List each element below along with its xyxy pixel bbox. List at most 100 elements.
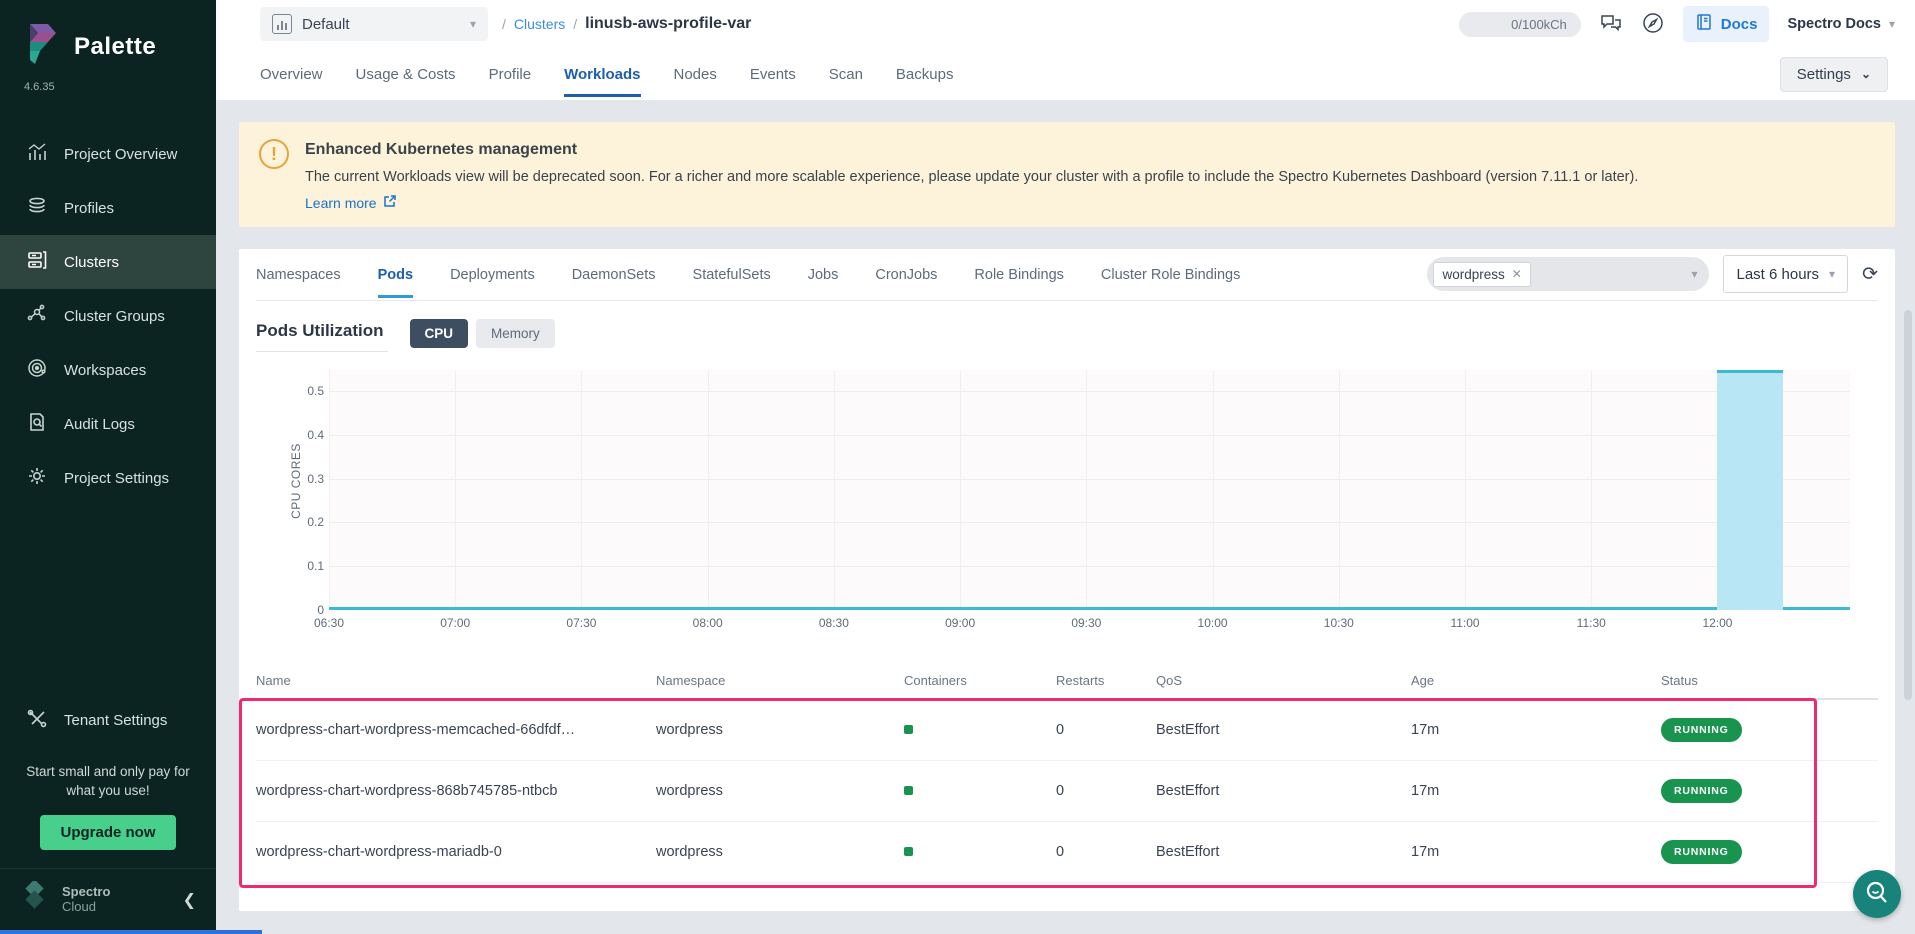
settings-button[interactable]: Settings ⌄ <box>1780 57 1888 92</box>
chart-x-tick-label: 10:30 <box>1324 616 1354 630</box>
sidebar-collapse-icon[interactable]: ❮ <box>183 890 196 910</box>
chart-gridline-v <box>455 370 456 610</box>
sidebar-item-label: Project Settings <box>64 470 169 487</box>
sidebar-item-project-overview[interactable]: Project Overview <box>0 127 216 181</box>
col-restarts: Restarts <box>1056 673 1156 688</box>
time-range-select[interactable]: Last 6 hours ▾ <box>1723 255 1848 293</box>
chart-gridline-h <box>329 566 1850 567</box>
refresh-button[interactable]: ⟳ <box>1862 263 1878 286</box>
sidebar-item-tenant-settings[interactable]: Tenant Settings <box>0 694 216 748</box>
banner-title: Enhanced Kubernetes management <box>305 137 1638 159</box>
sidebar-nav: Project Overview Profiles C <box>0 127 216 505</box>
vertical-scrollbar-thumb[interactable] <box>1904 310 1912 700</box>
book-icon <box>1695 13 1713 35</box>
chart-gridline-v <box>1591 370 1592 610</box>
sidebar-item-label: Workspaces <box>64 362 146 379</box>
sidebar-item-audit-logs[interactable]: Audit Logs <box>0 397 216 451</box>
help-search-fab[interactable] <box>1853 870 1901 918</box>
chart-gridline-h <box>329 522 1850 523</box>
orbit-icon <box>26 357 48 383</box>
pod-age: 17m <box>1411 722 1661 738</box>
doc-search-icon <box>26 411 48 437</box>
tools-icon <box>26 708 48 734</box>
chart-x-tick-label: 12:00 <box>1702 616 1732 630</box>
external-link-icon <box>383 194 397 211</box>
table-header: Name Namespace Containers Restarts QoS A… <box>256 664 1878 700</box>
container-running-dot <box>904 847 913 856</box>
tab-usage-costs[interactable]: Usage & Costs <box>356 52 456 97</box>
subtab-pods[interactable]: Pods <box>378 251 413 297</box>
chart-x-tick-label: 08:00 <box>693 616 723 630</box>
explore-button[interactable] <box>1641 11 1665 38</box>
tab-events[interactable]: Events <box>750 52 796 97</box>
chart-gridline-v <box>1339 370 1340 610</box>
chevron-down-icon: ▾ <box>1889 17 1895 31</box>
subtab-cluster-role-bindings[interactable]: Cluster Role Bindings <box>1101 251 1240 297</box>
workload-subtabs-row: Namespaces Pods Deployments DaemonSets S… <box>256 249 1878 301</box>
subtab-statefulsets[interactable]: StatefulSets <box>693 251 771 297</box>
servers-icon <box>26 249 48 275</box>
project-chart-icon <box>272 14 292 34</box>
chart-x-tick-label: 11:00 <box>1450 616 1479 630</box>
learn-more-link[interactable]: Learn more <box>305 194 397 211</box>
tab-backups[interactable]: Backups <box>896 52 954 97</box>
project-selector[interactable]: Default ▾ <box>260 7 488 41</box>
chart-gridline-h <box>329 479 1850 480</box>
col-name: Name <box>256 673 656 688</box>
sidebar-item-workspaces[interactable]: Workspaces <box>0 343 216 397</box>
docs-button[interactable]: Docs <box>1683 6 1770 42</box>
pod-qos: BestEffort <box>1156 722 1411 738</box>
tab-scan[interactable]: Scan <box>829 52 863 97</box>
chevron-down-icon: ⌄ <box>1861 67 1871 81</box>
upgrade-now-button[interactable]: Upgrade now <box>40 815 175 850</box>
chart-gridline-v <box>708 370 709 610</box>
sidebar-item-cluster-groups[interactable]: Cluster Groups <box>0 289 216 343</box>
chart-x-axis-labels: 06:3007:0007:3008:0008:3009:0009:3010:00… <box>329 616 1850 640</box>
sidebar-item-label: Project Overview <box>64 146 177 163</box>
container-running-dot <box>904 786 913 795</box>
docs-dropdown[interactable]: Spectro Docs ▾ <box>1787 16 1895 32</box>
sidebar-item-label: Cluster Groups <box>64 308 165 325</box>
tab-nodes[interactable]: Nodes <box>674 52 717 97</box>
chevron-down-icon: ▾ <box>1829 267 1835 281</box>
tab-workloads[interactable]: Workloads <box>564 52 640 97</box>
chart-gridline-h <box>329 435 1850 436</box>
project-selector-value: Default <box>302 16 350 33</box>
chart-y-tick-label: 0 <box>317 603 324 617</box>
subtab-role-bindings[interactable]: Role Bindings <box>974 251 1063 297</box>
breadcrumb-clusters-link[interactable]: Clusters <box>514 16 565 32</box>
memory-toggle-button[interactable]: Memory <box>476 319 555 348</box>
col-age: Age <box>1411 673 1661 688</box>
pod-age: 17m <box>1411 844 1661 860</box>
chart-gridline-v <box>834 370 835 610</box>
pod-restarts: 0 <box>1056 722 1156 738</box>
sidebar-item-label: Tenant Settings <box>64 712 167 729</box>
feedback-chat-button[interactable] <box>1599 12 1623 37</box>
pod-name: wordpress-chart-wordpress-memcached-66df… <box>256 722 656 738</box>
chart-gridline-v <box>1465 370 1466 610</box>
sidebar-item-profiles[interactable]: Profiles <box>0 181 216 235</box>
tab-overview[interactable]: Overview <box>260 52 323 97</box>
subtab-daemonsets[interactable]: DaemonSets <box>572 251 656 297</box>
table-row[interactable]: wordpress-chart-wordpress-memcached-66df… <box>256 700 1878 761</box>
remove-filter-icon[interactable]: ✕ <box>1512 267 1522 281</box>
col-namespace: Namespace <box>656 673 904 688</box>
container-status <box>904 722 1056 738</box>
table-row[interactable]: wordpress-chart-wordpress-mariadb-0 word… <box>256 822 1878 883</box>
subtab-cronjobs[interactable]: CronJobs <box>875 251 937 297</box>
subtab-jobs[interactable]: Jobs <box>808 251 839 297</box>
subtab-deployments[interactable]: Deployments <box>450 251 535 297</box>
namespace-filter-select[interactable]: wordpress ✕ ▾ <box>1427 257 1709 291</box>
workloads-card: Namespaces Pods Deployments DaemonSets S… <box>239 249 1895 911</box>
subtab-namespaces[interactable]: Namespaces <box>256 251 341 297</box>
table-row[interactable]: wordpress-chart-wordpress-868b745785-ntb… <box>256 761 1878 822</box>
chart-y-tick-label: 0.2 <box>307 515 324 529</box>
chart-gridline-v <box>581 370 582 610</box>
sidebar-item-clusters[interactable]: Clusters <box>0 235 216 289</box>
pod-name: wordpress-chart-wordpress-mariadb-0 <box>256 844 656 860</box>
tab-profile[interactable]: Profile <box>489 52 532 97</box>
cpu-toggle-button[interactable]: CPU <box>410 319 469 348</box>
chart-x-tick-label: 09:30 <box>1071 616 1101 630</box>
sidebar-item-project-settings[interactable]: Project Settings <box>0 451 216 505</box>
container-status <box>904 783 1056 799</box>
